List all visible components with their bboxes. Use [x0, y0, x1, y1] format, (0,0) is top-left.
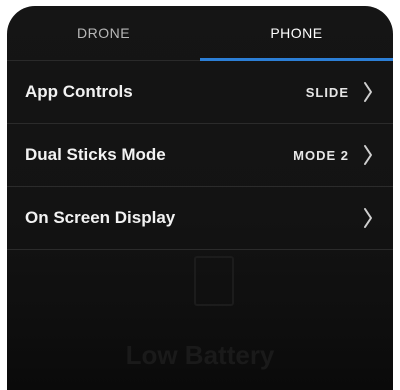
- setting-label: Dual Sticks Mode: [25, 145, 166, 164]
- setting-row-app-controls[interactable]: App Controls SLIDE: [7, 61, 393, 124]
- chevron-right-icon: [364, 208, 372, 228]
- setting-row-dual-sticks-mode[interactable]: Dual Sticks Mode MODE 2: [7, 124, 393, 187]
- tab-drone[interactable]: DRONE: [7, 6, 200, 60]
- battery-icon: [194, 256, 234, 306]
- tab-bar: DRONE PHONE: [7, 6, 393, 61]
- tab-phone-label: PHONE: [270, 25, 323, 41]
- setting-label: App Controls: [25, 82, 133, 101]
- chevron-right-icon: [364, 82, 372, 102]
- setting-value: MODE 2: [293, 147, 349, 163]
- background-overlay: Low Battery: [7, 256, 393, 390]
- low-battery-message: Low Battery: [125, 340, 275, 370]
- tab-phone[interactable]: PHONE: [200, 6, 393, 61]
- settings-list: App Controls SLIDE Dual Sticks Mode MODE…: [7, 61, 393, 250]
- chevron-right-icon: [364, 145, 372, 165]
- tab-drone-label: DRONE: [76, 25, 131, 41]
- setting-row-on-screen-display[interactable]: On Screen Display: [7, 187, 393, 250]
- setting-label: On Screen Display: [25, 208, 176, 227]
- settings-panel: DRONE PHONE App Controls SLIDE Dual Stic…: [7, 6, 393, 390]
- setting-value: SLIDE: [305, 84, 349, 100]
